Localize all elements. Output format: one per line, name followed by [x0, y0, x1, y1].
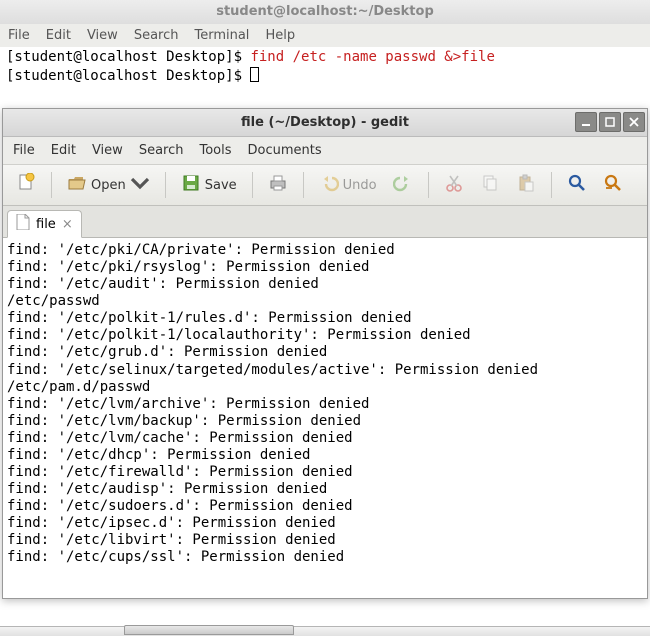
terminal-titlebar: student@localhost:~/Desktop [0, 0, 650, 24]
terminal-menu-file[interactable]: File [8, 28, 30, 43]
separator [165, 172, 166, 198]
gedit-window: file (~/Desktop) - gedit File Edit View … [2, 108, 648, 599]
terminal-cursor [250, 67, 259, 82]
save-label: Save [205, 178, 237, 193]
paste-button[interactable] [511, 171, 541, 199]
undo-icon [319, 173, 339, 197]
tab-close-icon[interactable]: × [62, 218, 73, 231]
gedit-menu-file[interactable]: File [13, 143, 35, 158]
maximize-button[interactable] [599, 112, 621, 132]
cut-button[interactable] [439, 171, 469, 199]
terminal-menu-terminal[interactable]: Terminal [194, 28, 249, 43]
gedit-toolbar: Open Save Undo [3, 164, 647, 206]
copy-button[interactable] [475, 171, 505, 199]
terminal-window: student@localhost:~/Desktop File Edit Vi… [0, 0, 650, 107]
terminal-menubar: File Edit View Search Terminal Help [0, 24, 650, 47]
redo-button[interactable] [388, 171, 418, 199]
close-button[interactable] [623, 112, 645, 132]
terminal-menu-edit[interactable]: Edit [46, 28, 71, 43]
terminal-title: student@localhost:~/Desktop [216, 4, 434, 19]
gedit-menu-view[interactable]: View [92, 143, 123, 158]
gedit-menu-edit[interactable]: Edit [51, 143, 76, 158]
folder-open-icon [67, 173, 87, 197]
gedit-tablist: file × [3, 206, 647, 238]
print-icon [268, 173, 288, 197]
gedit-menu-tools[interactable]: Tools [199, 143, 231, 158]
copy-icon [480, 173, 500, 197]
taskbar [0, 626, 650, 636]
paste-icon [516, 173, 536, 197]
gedit-title: file (~/Desktop) - gedit [3, 115, 647, 130]
gedit-titlebar[interactable]: file (~/Desktop) - gedit [3, 109, 647, 137]
gedit-menubar: File Edit View Search Tools Documents [3, 137, 647, 164]
undo-button[interactable]: Undo [314, 171, 382, 199]
gedit-tab-file[interactable]: file × [7, 210, 82, 238]
separator [303, 172, 304, 198]
separator [252, 172, 253, 198]
terminal-prompt-2: [student@localhost Desktop]$ [6, 68, 250, 84]
save-button[interactable]: Save [176, 171, 242, 199]
gedit-editor[interactable]: find: '/etc/pki/CA/private': Permission … [3, 238, 647, 598]
terminal-menu-search[interactable]: Search [134, 28, 179, 43]
save-icon [181, 173, 201, 197]
find-replace-icon [603, 173, 623, 197]
print-button[interactable] [263, 171, 293, 199]
new-document-button[interactable] [11, 171, 41, 199]
separator [551, 172, 552, 198]
undo-label: Undo [343, 178, 377, 193]
terminal-menu-view[interactable]: View [87, 28, 118, 43]
terminal-menu-help[interactable]: Help [265, 28, 295, 43]
open-button[interactable]: Open [62, 171, 155, 199]
gedit-tab-label: file [36, 217, 56, 232]
terminal-body[interactable]: [student@localhost Desktop]$ find /etc -… [0, 47, 650, 107]
terminal-command-1: find /etc -name passwd &>file [250, 49, 494, 65]
taskbar-item[interactable] [124, 625, 294, 635]
redo-icon [393, 173, 413, 197]
find-button[interactable] [562, 171, 592, 199]
document-icon [16, 214, 30, 234]
open-label: Open [91, 178, 126, 193]
find-replace-button[interactable] [598, 171, 628, 199]
window-buttons [575, 112, 645, 132]
new-document-icon [16, 173, 36, 197]
terminal-prompt-1: [student@localhost Desktop]$ [6, 49, 250, 65]
separator [428, 172, 429, 198]
cut-icon [444, 173, 464, 197]
gedit-menu-documents[interactable]: Documents [248, 143, 322, 158]
search-icon [567, 173, 587, 197]
gedit-menu-search[interactable]: Search [139, 143, 184, 158]
chevron-down-icon [130, 173, 150, 197]
separator [51, 172, 52, 198]
minimize-button[interactable] [575, 112, 597, 132]
